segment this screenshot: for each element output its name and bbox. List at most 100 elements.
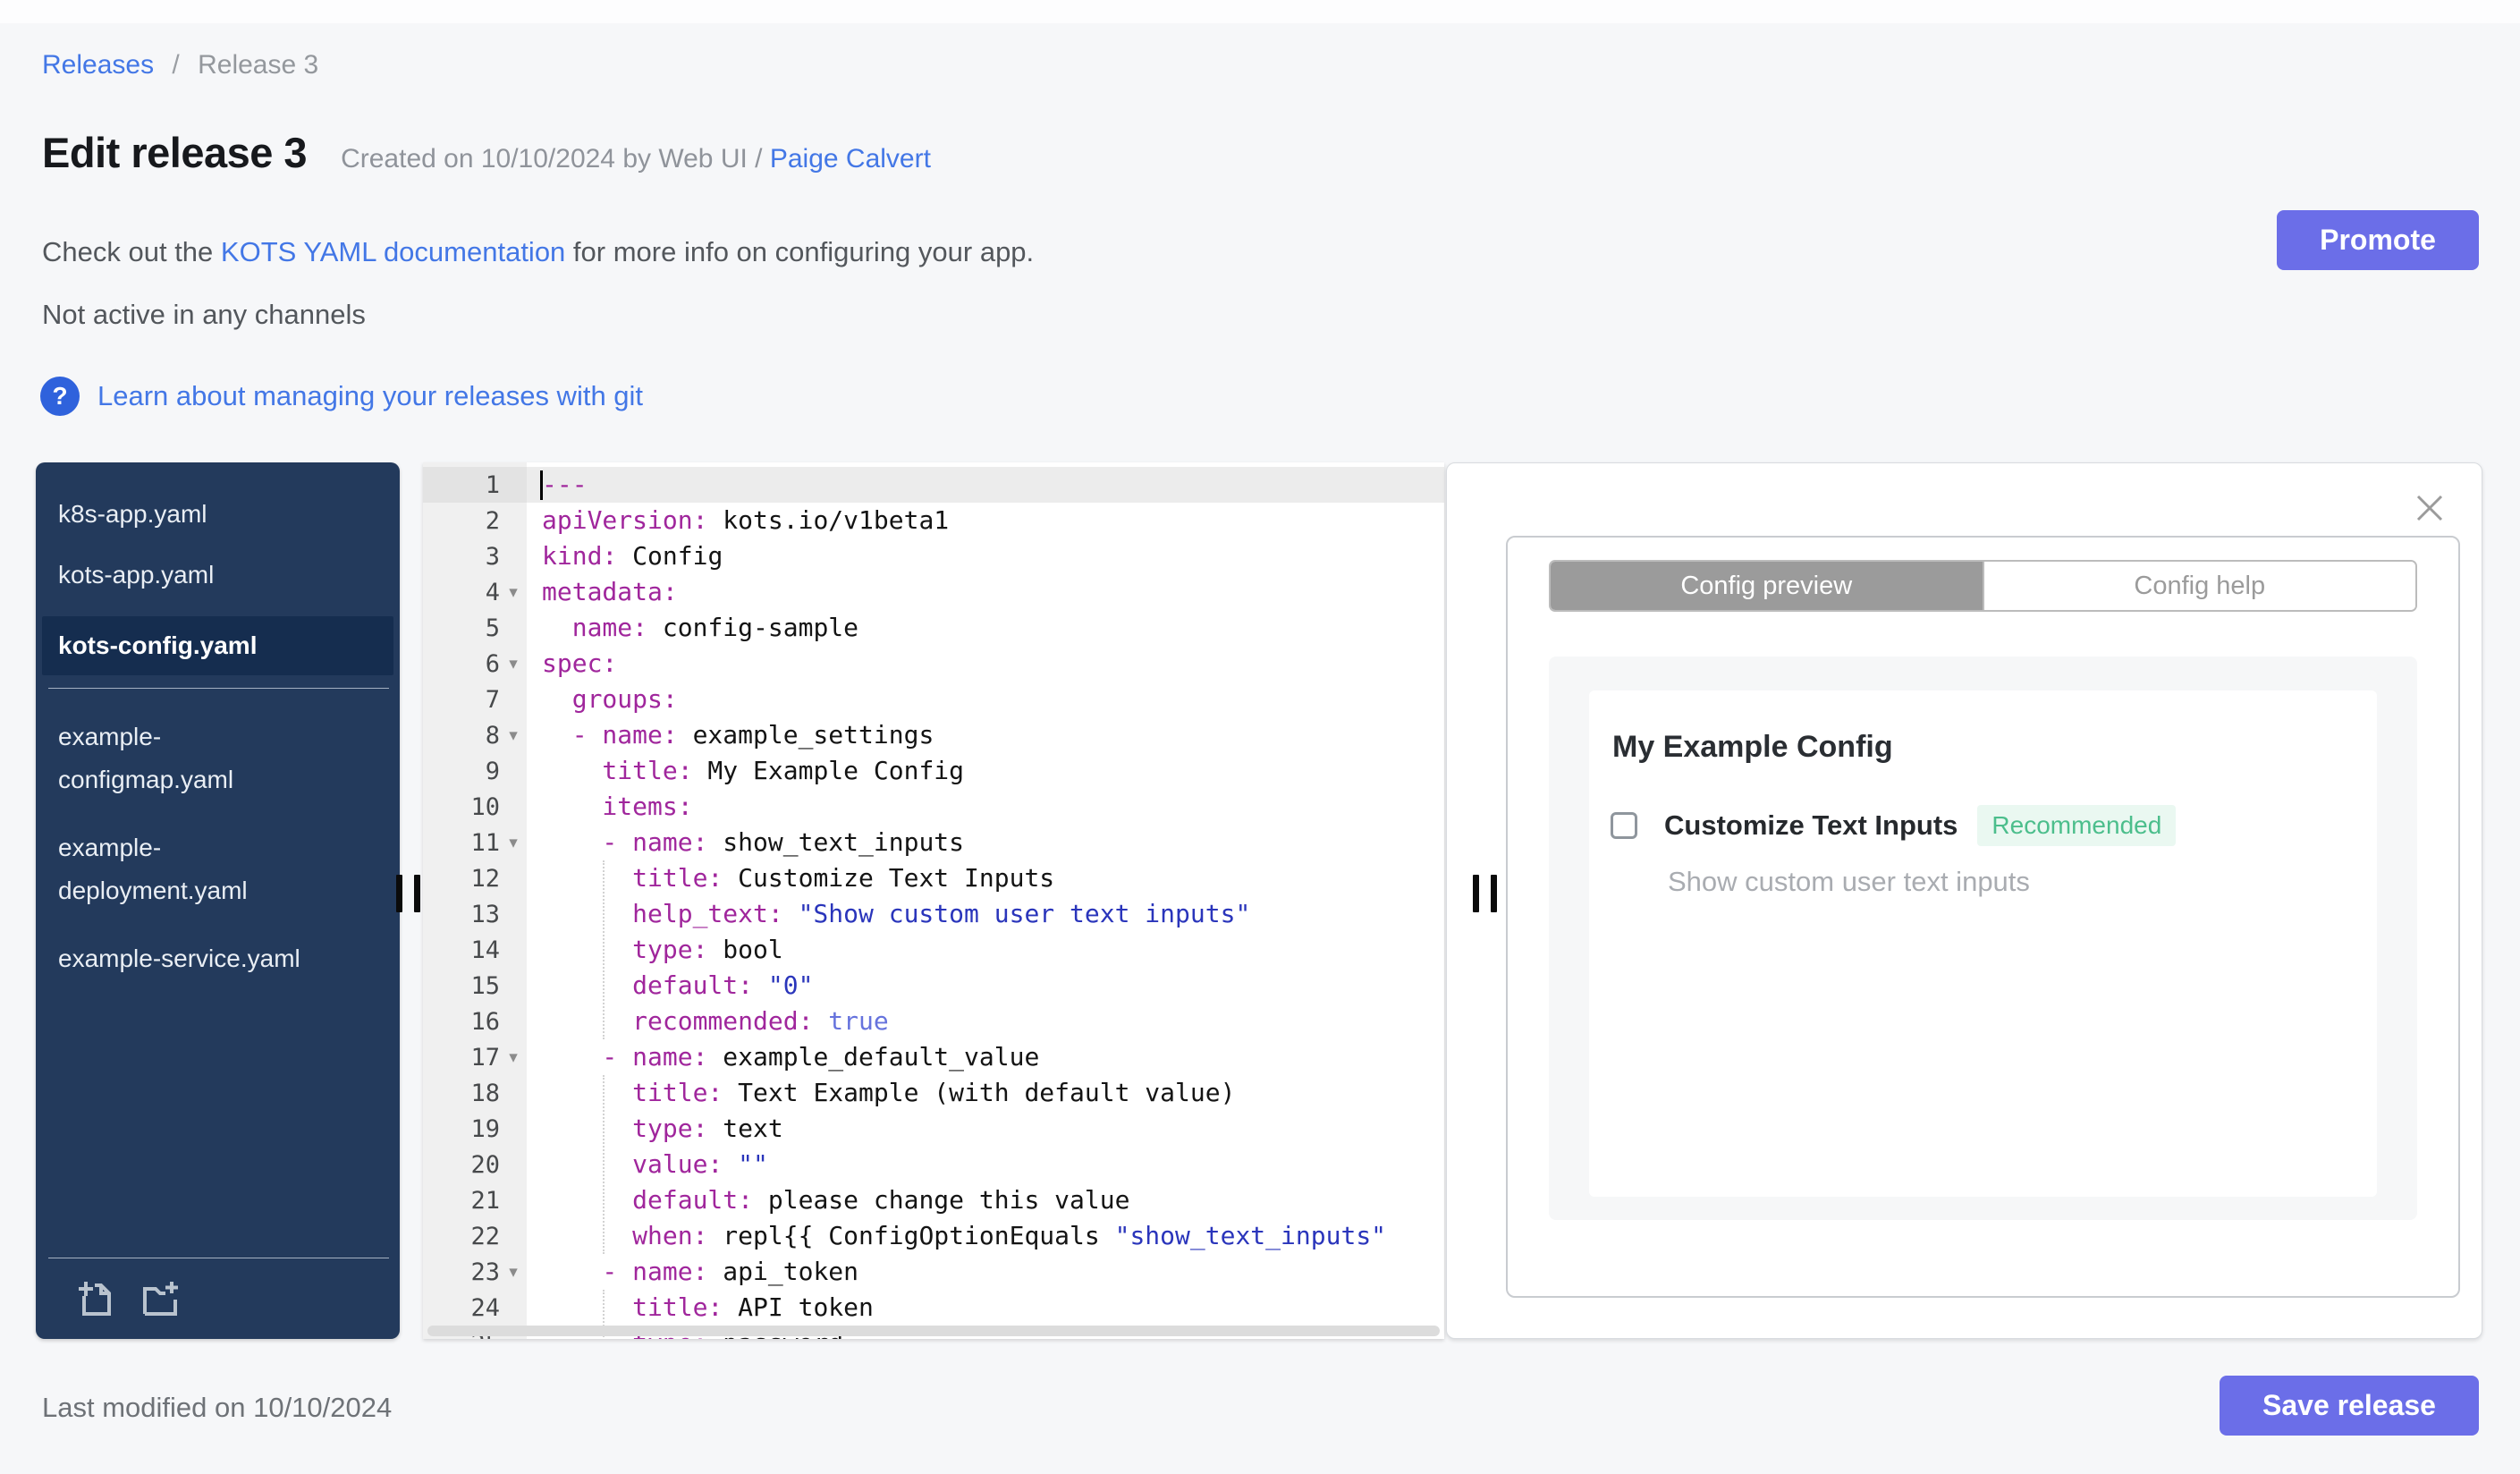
fold-toggle-icon[interactable]: ▾ <box>500 654 527 674</box>
checkbox-customize-text-inputs[interactable] <box>1611 812 1637 839</box>
byline-text: Created on 10/10/2024 by Web UI / <box>341 144 770 174</box>
code-editor[interactable]: 1 --- 2 apiVersion: kots.io/v1beta1 3 kind: C… <box>423 462 1444 1339</box>
code-text: spec: <box>542 648 618 678</box>
code-line-6[interactable]: 6 ▾ spec: <box>423 646 1444 682</box>
line-number: 3 <box>485 542 500 571</box>
config-render-area: My Example Config Customize Text Inputs … <box>1549 657 2417 1220</box>
indent-guide <box>603 1075 605 1254</box>
code-line-19[interactable]: 19 type: text <box>423 1111 1444 1147</box>
file-label: example- <box>58 834 162 861</box>
code-text: items: <box>542 792 693 821</box>
promote-button[interactable]: Promote <box>2277 210 2479 270</box>
editor-horizontal-scrollbar[interactable] <box>427 1326 1440 1336</box>
code-text: default: "0" <box>542 970 814 1000</box>
line-number: 21 <box>470 1186 500 1215</box>
sidebar-file-example-service-yaml[interactable]: example-service.yaml <box>36 937 400 980</box>
code-line-4[interactable]: 4 ▾ metadata: <box>423 574 1444 610</box>
gutter-cell-23: 23 ▾ <box>423 1254 527 1290</box>
fold-toggle-icon[interactable]: ▾ <box>500 582 527 603</box>
breadcrumb-current: Release 3 <box>198 50 319 80</box>
code-line-15[interactable]: 15 default: "0" <box>423 968 1444 1004</box>
code-line-17[interactable]: 17 ▾ - name: example_default_value <box>423 1039 1444 1075</box>
tab-config-help[interactable]: Config help <box>1982 562 2415 610</box>
code-line-8[interactable]: 8 ▾ - name: example_settings <box>423 717 1444 753</box>
config-group-title: My Example Config <box>1612 730 1893 764</box>
gutter-cell-10: 10 <box>423 789 527 825</box>
code-line-1[interactable]: 1 --- <box>423 467 1444 503</box>
close-icon[interactable] <box>2414 492 2446 524</box>
help-question-icon[interactable]: ? <box>40 377 80 416</box>
file-label: example-service.yaml <box>58 945 300 972</box>
save-release-button[interactable]: Save release <box>2220 1376 2479 1436</box>
line-number: 13 <box>470 900 500 928</box>
byline-author-link[interactable]: Paige Calvert <box>770 144 931 174</box>
gutter-cell-16: 16 <box>423 1004 527 1039</box>
gutter-cell-19: 19 <box>423 1111 527 1147</box>
sidebar-file-k8s-app-yaml[interactable]: k8s-app.yaml <box>36 495 400 534</box>
config-group-card: My Example Config Customize Text Inputs … <box>1589 690 2377 1197</box>
recommended-badge: Recommended <box>1977 805 2177 846</box>
code-line-14[interactable]: 14 type: bool <box>423 932 1444 968</box>
code-line-10[interactable]: 10 items: <box>423 789 1444 825</box>
code-line-23[interactable]: 23 ▾ - name: api_token <box>423 1254 1444 1290</box>
preview-resize-handle[interactable] <box>1473 875 1497 912</box>
sidebar-file-list-top: k8s-app.yaml kots-app.yaml kots-config.yam… <box>36 462 400 675</box>
fold-toggle-icon[interactable]: ▾ <box>500 1047 527 1068</box>
config-option-row: Customize Text Inputs Recommended <box>1611 805 2177 846</box>
new-file-icon[interactable] <box>73 1278 114 1319</box>
code-line-11[interactable]: 11 ▾ - name: show_text_inputs <box>423 825 1444 860</box>
config-option-help-text: Show custom user text inputs <box>1668 866 2030 897</box>
code-line-3[interactable]: 3 kind: Config <box>423 538 1444 574</box>
code-line-21[interactable]: 21 default: please change this value <box>423 1182 1444 1218</box>
indent-guide <box>603 860 605 1039</box>
fold-toggle-icon[interactable]: ▾ <box>500 1262 527 1283</box>
new-folder-icon[interactable] <box>138 1278 179 1319</box>
file-sidebar: k8s-app.yaml kots-app.yaml kots-config.yam… <box>36 462 400 1339</box>
line-number: 11 <box>470 828 500 857</box>
code-line-22[interactable]: 22 when: repl{{ ConfigOptionEquals "show… <box>423 1218 1444 1254</box>
code-text: when: repl{{ ConfigOptionEquals "show_te… <box>542 1221 1387 1250</box>
breadcrumb-releases-link[interactable]: Releases <box>42 50 154 80</box>
sidebar-file-example-deployment-yaml[interactable]: example-deployment.yaml <box>36 826 400 912</box>
sidebar-file-kots-config-yaml[interactable]: kots-config.yaml <box>42 616 393 675</box>
code-text: type: text <box>542 1114 783 1143</box>
code-text: apiVersion: kots.io/v1beta1 <box>542 505 950 535</box>
code-text: default: please change this value <box>542 1185 1130 1215</box>
code-line-18[interactable]: 18 title: Text Example (with default val… <box>423 1075 1444 1111</box>
code-line-13[interactable]: 13 help_text: "Show custom user text inp… <box>423 896 1444 932</box>
code-line-7[interactable]: 7 groups: <box>423 682 1444 717</box>
code-text: title: Customize Text Inputs <box>542 863 1055 893</box>
code-line-5[interactable]: 5 name: config-sample <box>423 610 1444 646</box>
line-number: 4 <box>485 578 500 606</box>
git-releases-link[interactable]: Learn about managing your releases with … <box>97 380 643 412</box>
code-text: title: Text Example (with default value) <box>542 1078 1236 1107</box>
doc-info-prefix: Check out the <box>42 236 221 267</box>
sidebar-resize-handle[interactable] <box>396 875 420 912</box>
sidebar-file-example-configmap-yaml[interactable]: example-configmap.yaml <box>36 716 400 801</box>
code-line-2[interactable]: 2 apiVersion: kots.io/v1beta1 <box>423 503 1444 538</box>
code-line-24[interactable]: 24 title: API token <box>423 1290 1444 1326</box>
line-number: 14 <box>470 936 500 964</box>
doc-info-line: Check out the KOTS YAML documentation fo… <box>42 236 1034 268</box>
code-text: groups: <box>542 684 678 714</box>
code-line-9[interactable]: 9 title: My Example Config <box>423 753 1444 789</box>
code-text: - name: api_token <box>542 1257 859 1286</box>
code-line-16[interactable]: 16 recommended: true <box>423 1004 1444 1039</box>
fold-toggle-icon[interactable]: ▾ <box>500 725 527 746</box>
code-line-20[interactable]: 20 value: "" <box>423 1147 1444 1182</box>
tab-config-preview[interactable]: Config preview <box>1551 562 1983 610</box>
fold-toggle-icon[interactable]: ▾ <box>500 833 527 853</box>
preview-tabs: Config preview Config help <box>1549 560 2417 612</box>
gutter-cell-20: 20 <box>423 1147 527 1182</box>
kots-yaml-doc-link[interactable]: KOTS YAML documentation <box>221 236 565 267</box>
line-number: 6 <box>485 649 500 678</box>
sidebar-file-kots-app-yaml[interactable]: kots-app.yaml <box>36 555 400 595</box>
gutter-cell-21: 21 <box>423 1182 527 1218</box>
code-lines: 1 --- 2 apiVersion: kots.io/v1beta1 3 kind: C… <box>423 467 1444 1339</box>
code-text: title: API token <box>542 1292 874 1322</box>
gutter-cell-14: 14 <box>423 932 527 968</box>
page-title: Edit release 3 <box>42 129 308 176</box>
config-option-label: Customize Text Inputs <box>1664 809 1958 841</box>
code-line-12[interactable]: 12 title: Customize Text Inputs <box>423 860 1444 896</box>
main-editor-row: k8s-app.yaml kots-app.yaml kots-config.yam… <box>0 462 2520 1339</box>
